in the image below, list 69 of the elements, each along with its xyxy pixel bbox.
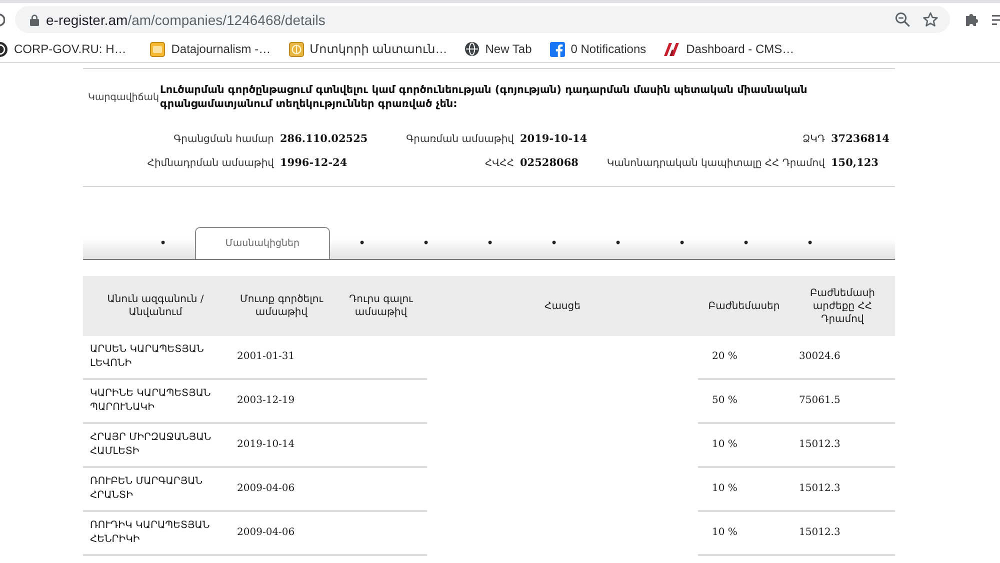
table-cell: 2019-10-14 — [237, 438, 295, 452]
tab[interactable]: • — [650, 227, 714, 259]
column-header: Մուտք գործելու ամսաթիվ — [228, 276, 335, 336]
table-cell: 10 % — [712, 438, 738, 452]
field-label: ՁԿԴ — [802, 134, 826, 144]
table-cell: 30024.6 — [799, 350, 840, 364]
star-icon[interactable] — [923, 12, 938, 27]
tab[interactable]: • — [714, 227, 778, 259]
lock-icon — [30, 14, 39, 26]
bookmark[interactable]: New Tab — [457, 38, 542, 60]
tab[interactable]: Մասնակիցներ — [195, 227, 330, 259]
bookmark[interactable]: Datajournalism -… — [142, 38, 281, 60]
field-label: ՀՎՀՀ — [484, 158, 515, 168]
bookmark[interactable]: 0 Notifications — [542, 38, 656, 60]
table-cell: 2009-04-06 — [237, 482, 295, 496]
f-logo-icon — [550, 42, 565, 56]
field-label: Հիմնադրման ամսաթիվ — [147, 158, 276, 168]
field-value: 286.110.02525 — [280, 133, 368, 145]
column-header: Դուրս գալու ամսաթիվ — [335, 276, 427, 336]
url-text[interactable]: e-register.am/am/companies/1246468/details — [46, 12, 326, 28]
field-value: 02528068 — [520, 157, 578, 169]
tab[interactable]: • — [330, 227, 394, 259]
field-value: 150,123 — [831, 157, 878, 169]
emblem-icon — [288, 42, 304, 56]
status-text: Լուծարման գործընթացում գտնվելու կամ գործունեության (գոյության) դադարման մասին պետական միասնական գրանցամատյանում տեղեկություններ գրառված չեն: — [160, 83, 808, 111]
field-value: 2019-10-14 — [520, 133, 588, 145]
table-cell: 15012.3 — [799, 526, 840, 540]
address-bar[interactable]: e-register.am/am/companies/1246468/details — [15, 6, 950, 33]
status-label: Կարգավիճակ — [88, 92, 160, 102]
globe-icon — [465, 42, 480, 56]
tab[interactable]: • — [778, 227, 842, 259]
table-cell: 2009-04-06 — [237, 526, 295, 540]
column-header: Բաժնեմասի արժեքը ՀՀ Դրամով — [790, 276, 895, 336]
table-cell-text: ԿԱՐԻՆԵ ԿԱՐԱՊԵՏՅԱՆ ՊԱՐՈՒՆԱԿԻ — [90, 387, 212, 415]
table-cell: 20 % — [712, 350, 738, 364]
puzzle-icon[interactable] — [965, 12, 980, 27]
table-cell-text: ՌՈՒԲԵՆ ՄԱՐԳԱՐՅԱՆ ՀՐԱՆՏԻ — [90, 475, 204, 503]
bookmark[interactable]: CORP-GOV.RU: H… — [0, 38, 136, 60]
zoom-out-icon[interactable] — [895, 12, 910, 27]
tab[interactable]: • — [394, 227, 458, 259]
tab[interactable]: • — [586, 227, 650, 259]
table-cell: 15012.3 — [799, 438, 840, 452]
table-cell-text: ՀՐԱՅՐ ՄԻՐԶԱՋԱՆՅԱՆ ՀԱՄԼԵՏԻ — [90, 431, 212, 459]
table-cell: 15012.3 — [799, 482, 840, 496]
bookmark[interactable]: Dashboard - CMS… — [656, 38, 804, 60]
table-cell: 10 % — [712, 526, 738, 540]
field-value: 37236814 — [831, 133, 890, 145]
table-cell: 50 % — [712, 394, 738, 408]
field-label: Գրանցման համար — [174, 134, 275, 144]
field-label: Կանոնադրական կապիտալը ՀՀ Դրամով — [606, 158, 826, 168]
column-header: Հասցե — [427, 276, 698, 336]
column-header: Բաժնեմասեր — [698, 276, 790, 336]
tab[interactable]: • — [131, 227, 195, 259]
column-header: Անուն ազգանուն / Անվանում — [83, 276, 228, 336]
table-cell: 2001-01-31 — [237, 350, 295, 364]
tab[interactable]: • — [458, 227, 522, 259]
field-label: Գրառման ամսաթիվ — [406, 134, 516, 144]
reload-icon[interactable] — [0, 12, 5, 26]
list-icon[interactable] — [992, 14, 1000, 26]
bookmark[interactable]: Մոտկորի անտաուն… — [280, 38, 458, 60]
logo-icon — [664, 42, 680, 56]
table-cell: 75061.5 — [799, 394, 840, 408]
folder-icon — [150, 42, 166, 56]
field-value: 1996-12-24 — [280, 157, 348, 169]
table-cell: 2003-12-19 — [237, 394, 295, 408]
table-cell-text: ՌՈՒԴԻԿ ԿԱՐԱՊԵՏՅԱՆ ՀԵՆՐԻԿԻ — [90, 519, 211, 547]
table-cell: 10 % — [712, 482, 738, 496]
tab[interactable]: • — [522, 227, 586, 259]
table-cell-text: ԱՐՍԵՆ ԿԱՐԱՊԵՏՅԱՆ ԼԵՎՈՆԻ — [90, 343, 205, 371]
